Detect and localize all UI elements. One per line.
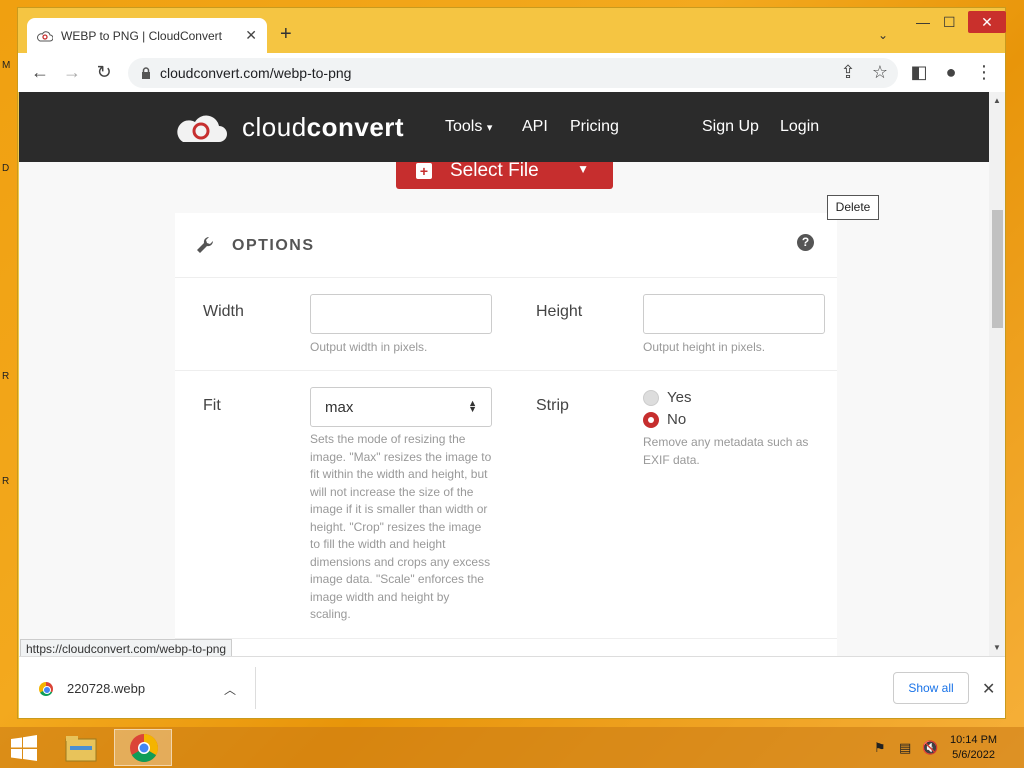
options-panel: OPTIONS ? Width Output width in pixels. … xyxy=(175,213,837,656)
strip-hint: Remove any metadata such as EXIF data. xyxy=(643,435,809,467)
chrome-file-icon xyxy=(39,681,53,696)
close-window-button[interactable]: ✕ xyxy=(968,11,1006,33)
browser-window: WEBP to PNG | CloudConvert ✕ + ⌄ — ☐ ✕ ←… xyxy=(17,7,1006,719)
profile-icon[interactable]: ● xyxy=(940,62,962,83)
select-arrows-icon: ▲ ▼ xyxy=(468,398,477,414)
clock-date: 5/6/2022 xyxy=(952,749,995,761)
bookmark-star-icon[interactable]: ☆ xyxy=(869,62,891,83)
maximize-button[interactable]: ☐ xyxy=(943,14,956,31)
width-hint: Output width in pixels. xyxy=(310,340,428,354)
height-label: Height xyxy=(536,303,583,320)
back-icon[interactable]: ← xyxy=(29,62,51,83)
chevron-down-icon[interactable]: ▼ xyxy=(577,162,589,176)
width-input[interactable] xyxy=(310,294,492,334)
reload-icon[interactable]: ↻ xyxy=(93,62,115,83)
help-icon[interactable]: ? xyxy=(797,234,814,251)
radio-checked-icon[interactable] xyxy=(643,411,659,428)
toolbar: ← → ↻ cloudconvert.com/webp-to-png ⇪ ☆ ◧… xyxy=(18,53,1005,92)
nav-signup[interactable]: Sign Up xyxy=(702,118,759,136)
tab-title: WEBP to PNG | CloudConvert xyxy=(61,28,222,43)
download-filename: 220728.webp xyxy=(67,681,146,696)
fit-strip-row: Fit max ▲ ▼ Sets the mode of resizing the… xyxy=(175,371,837,639)
lock-icon xyxy=(142,67,150,79)
system-clock[interactable]: 10:14 PM 5/6/2022 xyxy=(950,733,997,763)
close-tab-icon[interactable]: ✕ xyxy=(245,27,257,44)
minimize-button[interactable]: — xyxy=(916,14,930,30)
address-bar[interactable]: cloudconvert.com/webp-to-png xyxy=(128,58,898,88)
height-hint: Output height in pixels. xyxy=(643,340,766,354)
scrollbar[interactable]: ▲ ▼ xyxy=(989,92,1005,656)
wrench-icon xyxy=(197,236,214,253)
file-explorer-button[interactable] xyxy=(52,729,110,766)
plus-icon: + xyxy=(416,162,432,179)
scroll-up-icon[interactable]: ▲ xyxy=(993,96,1001,105)
fit-select-value: max xyxy=(325,399,354,416)
download-item[interactable]: 220728.webp xyxy=(39,681,145,696)
scrollbar-thumb[interactable] xyxy=(992,210,1003,328)
windows-start-icon[interactable] xyxy=(10,735,38,761)
options-title: OPTIONS xyxy=(232,237,315,254)
tab-strip: WEBP to PNG | CloudConvert ✕ + ⌄ — ☐ ✕ xyxy=(18,8,1006,53)
radio-label: No xyxy=(667,411,687,428)
network-icon[interactable]: ▤ xyxy=(899,740,911,756)
new-tab-button[interactable]: + xyxy=(280,24,292,44)
divider xyxy=(255,667,256,709)
folder-icon xyxy=(65,736,97,762)
menu-icon[interactable]: ⋮ xyxy=(973,62,995,83)
radio-label: Yes xyxy=(667,389,692,406)
chevron-down-icon: ▾ xyxy=(486,122,493,134)
tooltip: Delete xyxy=(827,195,879,220)
browser-tab[interactable]: WEBP to PNG | CloudConvert ✕ xyxy=(27,18,267,53)
strip-label: Strip xyxy=(536,397,569,414)
desktop-icon-label: R xyxy=(2,371,10,382)
chrome-taskbar-button[interactable] xyxy=(114,729,172,766)
desktop-icon-label: R xyxy=(2,476,10,487)
forward-icon[interactable]: → xyxy=(61,62,83,83)
nav-login[interactable]: Login xyxy=(780,118,819,136)
cloudconvert-favicon-icon xyxy=(37,28,53,44)
height-input[interactable] xyxy=(643,294,825,334)
close-icon[interactable]: ✕ xyxy=(982,679,995,699)
status-bubble: https://cloudconvert.com/webp-to-png xyxy=(20,639,233,656)
site-header: cloudconvert Tools ▾ API Pricing Sign Up… xyxy=(19,92,989,162)
desktop-icon-label: D xyxy=(2,163,10,174)
select-file-label: Select File xyxy=(450,159,539,181)
nav-pricing[interactable]: Pricing xyxy=(570,118,619,136)
nav-tools[interactable]: Tools ▾ xyxy=(445,118,492,136)
fit-label: Fit xyxy=(203,397,221,414)
scroll-down-icon[interactable]: ▼ xyxy=(993,643,1001,652)
nav-api[interactable]: API xyxy=(522,118,548,136)
show-all-button[interactable]: Show all xyxy=(893,672,969,704)
cloudconvert-logo-icon[interactable] xyxy=(175,110,227,144)
chrome-icon xyxy=(130,734,158,762)
tab-search-icon[interactable]: ⌄ xyxy=(878,28,888,42)
desktop-icon-label: M xyxy=(2,60,11,71)
action-center-flag-icon[interactable]: ⚑ xyxy=(874,740,886,756)
radio-unchecked-icon[interactable] xyxy=(643,389,659,406)
strip-yes-radio[interactable]: Yes xyxy=(643,389,691,406)
taskbar: ⚑ ▤ 🔇 10:14 PM 5/6/2022 xyxy=(0,727,1024,768)
download-bar: 220728.webp ︿ Show all ✕ xyxy=(19,656,1005,718)
share-icon[interactable]: ⇪ xyxy=(837,62,859,83)
options-header: OPTIONS ? xyxy=(175,213,837,278)
volume-muted-icon[interactable]: 🔇 xyxy=(922,740,938,756)
size-row: Width Output width in pixels. Height Out… xyxy=(175,279,837,371)
width-label: Width xyxy=(203,303,244,320)
fit-select[interactable]: max ▲ ▼ xyxy=(310,387,492,427)
strip-no-radio[interactable]: No xyxy=(643,411,686,428)
side-panel-icon[interactable]: ◧ xyxy=(908,62,930,83)
chevron-up-icon[interactable]: ︿ xyxy=(224,681,236,698)
clock-time: 10:14 PM xyxy=(950,734,998,746)
page-viewport: cloudconvert Tools ▾ API Pricing Sign Up… xyxy=(19,92,989,656)
fit-hint: Sets the mode of resizing the image. "Ma… xyxy=(310,432,492,621)
site-logo-text[interactable]: cloudconvert xyxy=(242,112,404,143)
url-text: cloudconvert.com/webp-to-png xyxy=(160,65,352,81)
